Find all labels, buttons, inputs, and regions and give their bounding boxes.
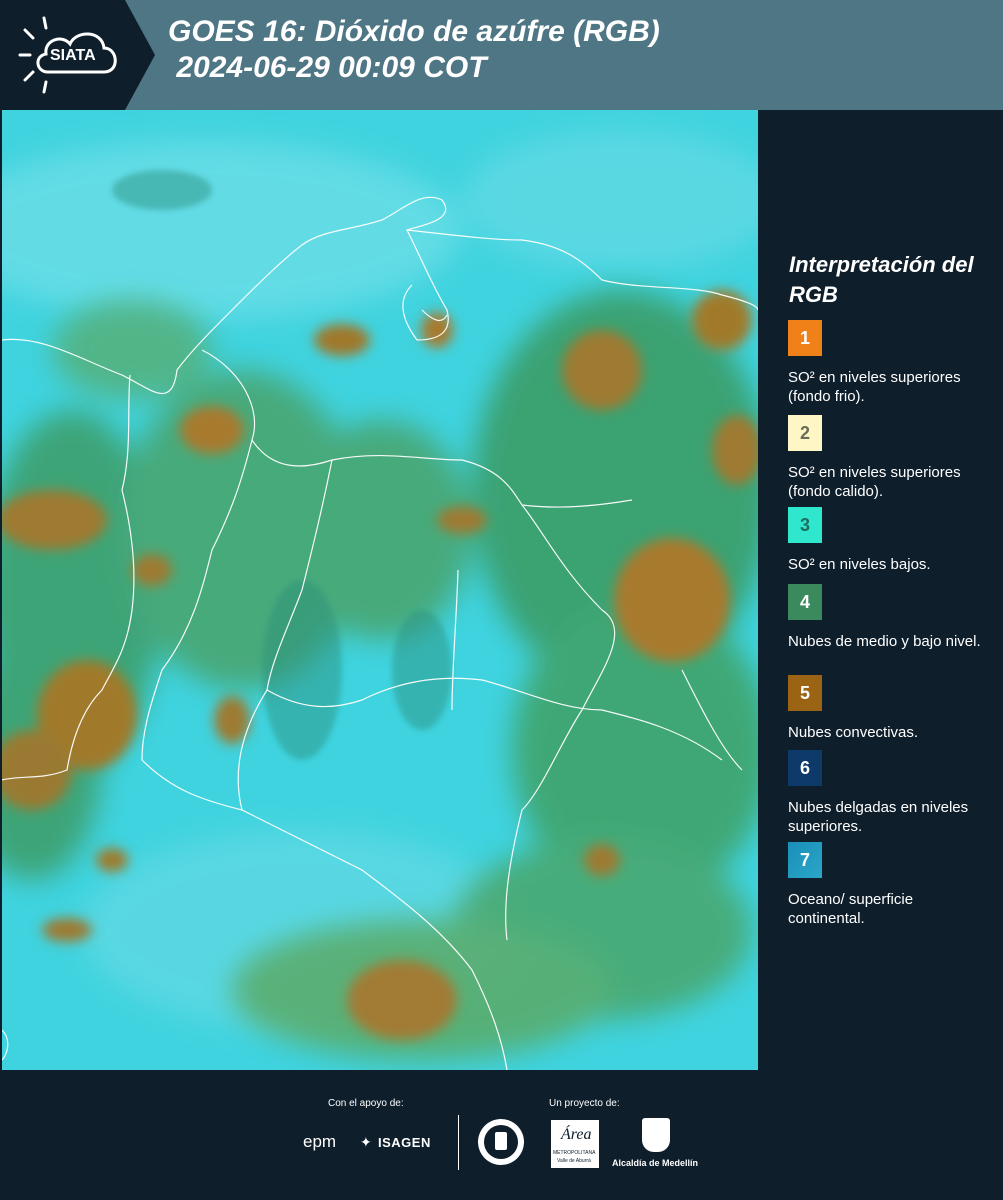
legend-number-2: 2	[799, 422, 810, 443]
legend-title: Interpretación del RGB	[789, 252, 974, 307]
legend-label-1: SO² en niveles superiores (fondo frio).	[788, 369, 961, 405]
alcaldia-logo: Alcaldía de Medellín	[612, 1158, 699, 1168]
legend-item-2: 2 SO² en niveles superiores (fondo calid…	[788, 415, 988, 501]
legend-item-1: 1 SO² en niveles superiores (fondo frio)…	[788, 320, 988, 406]
legend-swatch-6: 6	[788, 750, 822, 786]
siata-logo-text: SIATA	[50, 47, 96, 64]
legend-panel: Interpretación del RGB 1 SO² en niveles …	[760, 110, 1003, 1070]
title-line-1: GOES 16: Dióxido de azúfre (RGB)	[168, 15, 660, 48]
legend-swatch-1: 1	[788, 320, 822, 356]
legend-label-2: SO² en niveles superiores (fondo calido)…	[788, 464, 961, 500]
footer: Con el apoyo de: Un proyecto de: epm ✦ I…	[0, 1070, 1003, 1200]
legend-item-7: 7 Oceano/ superficie continental.	[788, 842, 988, 928]
legend-swatch-7: 7	[788, 842, 822, 878]
area-metropolitana-logo: Área METROPOLITANA Valle de Aburrá	[551, 1120, 599, 1168]
siata-logo: SIATA	[0, 0, 155, 110]
legend-swatch-5: 5	[788, 675, 822, 711]
legend-label-4: Nubes de medio y bajo nivel.	[788, 633, 981, 650]
page-title: GOES 16: Dióxido de azúfre (RGB) 2024-06…	[168, 14, 660, 86]
support-label: Con el apoyo de:	[328, 1098, 404, 1109]
legend-item-3: 3 SO² en niveles bajos.	[788, 507, 988, 574]
footer-divider	[458, 1115, 459, 1170]
medellin-seal-icon	[478, 1119, 524, 1165]
legend-number-7: 7	[799, 849, 810, 870]
area-logo-text: Área	[561, 1126, 592, 1143]
legend-swatch-4: 4	[788, 584, 822, 620]
legend-number-1: 1	[799, 327, 810, 348]
legend-swatch-3: 3	[788, 507, 822, 543]
epm-logo: epm	[303, 1132, 337, 1151]
legend-label-3: SO² en niveles bajos.	[788, 556, 931, 573]
legend-number-6: 6	[799, 757, 810, 778]
project-label: Un proyecto de:	[549, 1098, 620, 1109]
legend-label-7: Oceano/ superficie continental.	[788, 891, 914, 927]
legend-number-4: 4	[799, 591, 810, 612]
isagen-logo: ISAGEN	[378, 1135, 431, 1150]
legend-number-5: 5	[799, 682, 810, 703]
legend-item-4: 4 Nubes de medio y bajo nivel.	[788, 584, 988, 651]
satellite-map[interactable]	[2, 110, 758, 1070]
legend-label-5: Nubes convectivas.	[788, 724, 919, 741]
title-line-2: 2024-06-29 00:09 COT	[168, 51, 487, 84]
legend-item-6: 6 Nubes delgadas en niveles superiores.	[788, 750, 988, 836]
legend-number-3: 3	[799, 514, 810, 535]
header-bar: SIATA GOES 16: Dióxido de azúfre (RGB) 2…	[0, 0, 1003, 110]
isagen-icon: ✦	[360, 1134, 372, 1150]
legend-swatch-2: 2	[788, 415, 822, 451]
alcaldia-shield-icon	[642, 1118, 670, 1152]
legend-item-5: 5 Nubes convectivas.	[788, 675, 988, 742]
area-metro-sub-text: Valle de Aburrá	[557, 1158, 591, 1164]
legend-label-6: Nubes delgadas en niveles superiores.	[788, 799, 969, 835]
area-metro-text: METROPOLITANA	[553, 1150, 596, 1156]
